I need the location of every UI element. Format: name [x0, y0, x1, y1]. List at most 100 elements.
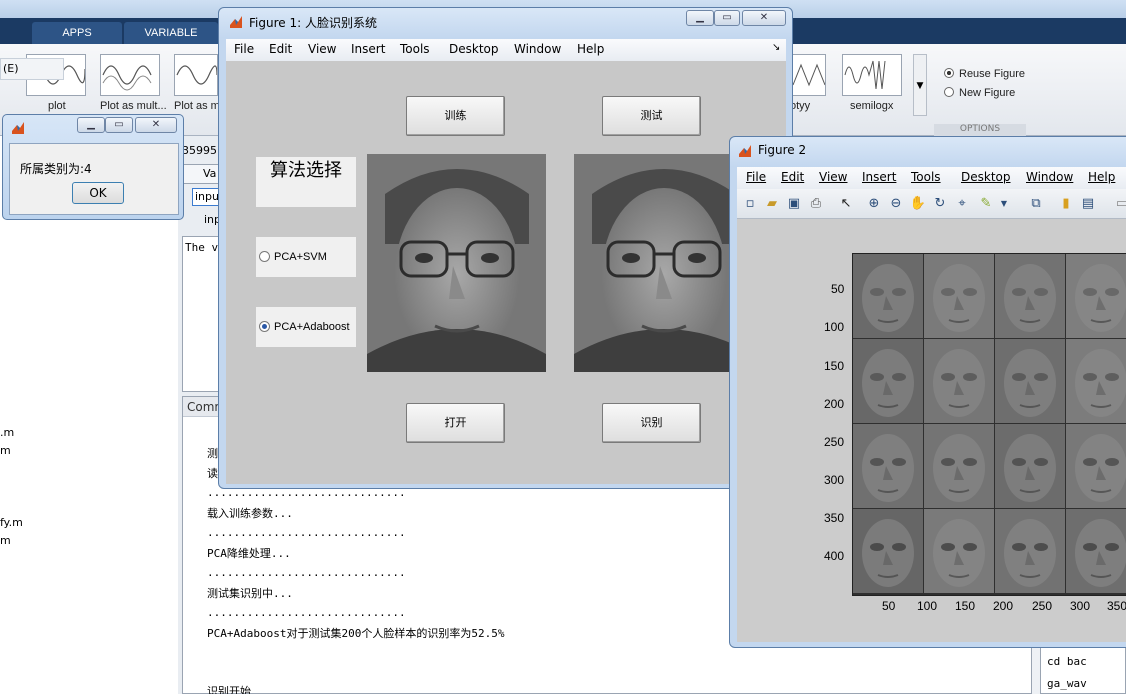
save-icon[interactable]: ▣	[785, 195, 803, 213]
x-tick: 250	[1032, 599, 1053, 613]
gallery-dropdown-arrow[interactable]: ▼	[913, 54, 927, 116]
tab-apps[interactable]: APPS	[32, 22, 122, 44]
file-item[interactable]: m	[0, 444, 11, 457]
maximize-button[interactable]: ▭	[714, 10, 740, 26]
print-icon[interactable]: ⎙	[807, 195, 825, 213]
file-item[interactable]: fy.m	[0, 516, 23, 529]
figure1-window: Figure 1: 人脸识别系统 ▁ ▭ ✕ File Edit View In…	[218, 7, 793, 489]
eigenface-tile	[924, 339, 994, 423]
recognize-button[interactable]: 识别	[602, 403, 701, 443]
x-tick: 200	[993, 599, 1014, 613]
menu-window[interactable]: Window	[514, 42, 561, 56]
plot-mult-thumbnail[interactable]	[100, 54, 160, 96]
eigenface-tile	[995, 424, 1065, 508]
pan-icon[interactable]: ✋	[909, 195, 927, 213]
menu-tools[interactable]: Tools	[400, 42, 430, 56]
eigenface-tile	[924, 424, 994, 508]
rotate-3d-icon[interactable]: ↻	[931, 195, 949, 213]
message-dialog: ▁ ▭ ✕ 所属类别为:4 OK	[2, 114, 184, 220]
open-file-icon[interactable]: ▰	[763, 195, 781, 213]
menu-tools[interactable]: Tools	[911, 170, 941, 184]
matlab-logo-icon	[230, 16, 242, 28]
zoom-out-icon[interactable]: ⊖	[887, 195, 905, 213]
menu-desktop[interactable]: Desktop	[449, 42, 499, 56]
maximize-button[interactable]: ▭	[105, 117, 133, 133]
brush-dropdown-icon[interactable]: ▼	[995, 195, 1013, 213]
close-button[interactable]: ✕	[742, 10, 786, 26]
new-figure-icon[interactable]: ▫	[741, 195, 759, 213]
radio-selected-icon	[259, 321, 270, 332]
plotyy-thumbnail[interactable]	[790, 54, 826, 96]
matlab-logo-icon	[12, 122, 24, 134]
edit-plot-icon[interactable]: ↖	[837, 195, 855, 213]
cmd-line: 识别开始	[207, 685, 251, 694]
algorithm-title: 算法选择	[256, 157, 356, 207]
y-tick: 150	[824, 359, 845, 373]
x-tick: 150	[955, 599, 976, 613]
test-button[interactable]: 测试	[602, 96, 701, 136]
data-cursor-icon[interactable]: ⌖	[953, 195, 971, 213]
menu-insert[interactable]: Insert	[862, 170, 896, 184]
dock-arrow-icon[interactable]: ↘	[772, 42, 780, 53]
menu-desktop[interactable]: Desktop	[961, 170, 1011, 184]
file-item[interactable]: .m	[0, 426, 14, 439]
close-button[interactable]: ✕	[135, 117, 177, 133]
train-button[interactable]: 训练	[406, 96, 505, 136]
eigenface-tile	[924, 509, 994, 593]
x-tick: 300	[1070, 599, 1091, 613]
y-tick: 350	[824, 511, 845, 525]
minimize-button[interactable]: ▁	[686, 10, 714, 26]
menu-window[interactable]: Window	[1026, 170, 1073, 184]
menu-view[interactable]: View	[819, 170, 847, 184]
figure1-title: Figure 1: 人脸识别系统	[249, 16, 377, 30]
radio-pca-svm[interactable]: PCA+SVM	[256, 237, 356, 277]
edit-label: (E)	[0, 58, 64, 80]
radio-pca-svm-label: PCA+SVM	[274, 251, 327, 263]
semilogx-thumbnail[interactable]	[842, 54, 902, 96]
new-figure-option[interactable]: New Figure	[944, 87, 1015, 99]
y-tick: 100	[824, 320, 845, 334]
ok-button[interactable]: OK	[72, 182, 124, 204]
legend-icon[interactable]: ▤	[1079, 195, 1097, 213]
variable-text: The v	[185, 241, 219, 254]
menu-help[interactable]: Help	[1088, 170, 1115, 184]
menu-help[interactable]: Help	[577, 42, 604, 56]
cmd-line: 载入训练参数...	[207, 507, 293, 520]
input-face-image	[367, 154, 546, 372]
radio-selected-icon	[944, 68, 954, 78]
minimize-button[interactable]: ▁	[77, 117, 105, 133]
cmd-line: PCA降维处理...	[207, 547, 291, 560]
eigenface-tile	[995, 339, 1065, 423]
file-item[interactable]: m	[0, 534, 11, 547]
eigenface-tile	[1066, 254, 1126, 338]
eigenface-tile	[995, 254, 1065, 338]
menu-file[interactable]: File	[234, 42, 254, 56]
menu-view[interactable]: View	[308, 42, 336, 56]
code-line: cd bac	[1047, 655, 1087, 668]
zoom-in-icon[interactable]: ⊕	[865, 195, 883, 213]
plot-as-caption: Plot as m	[174, 100, 220, 112]
eigenface-tile	[1066, 339, 1126, 423]
figure2-menubar: File Edit View Insert Tools Desktop Wind…	[737, 167, 1126, 189]
plot-as-thumbnail[interactable]	[174, 54, 218, 96]
y-tick: 200	[824, 397, 845, 411]
new-figure-label: New Figure	[959, 87, 1016, 99]
radio-icon	[944, 87, 954, 97]
menu-edit[interactable]: Edit	[781, 170, 804, 184]
menu-insert[interactable]: Insert	[351, 42, 385, 56]
tab-variable[interactable]: VARIABLE	[124, 22, 218, 44]
reuse-figure-option[interactable]: Reuse Figure	[944, 68, 1025, 80]
radio-pca-adaboost-label: PCA+Adaboost	[274, 321, 350, 333]
options-caption: OPTIONS	[934, 124, 1026, 136]
menu-edit[interactable]: Edit	[269, 42, 292, 56]
open-button[interactable]: 打开	[406, 403, 505, 443]
radio-pca-adaboost[interactable]: PCA+Adaboost	[256, 307, 356, 347]
colorbar-icon[interactable]: ▮	[1057, 195, 1075, 213]
brush-icon[interactable]: ✎	[977, 195, 995, 213]
matlab-logo-icon	[739, 145, 751, 157]
link-plot-icon[interactable]: ⧉	[1027, 195, 1045, 213]
eigenface-tile	[853, 424, 923, 508]
menu-file[interactable]: File	[746, 170, 766, 184]
hide-tools-icon[interactable]: ▭	[1113, 195, 1126, 213]
message-text: 所属类别为:4	[20, 162, 92, 176]
